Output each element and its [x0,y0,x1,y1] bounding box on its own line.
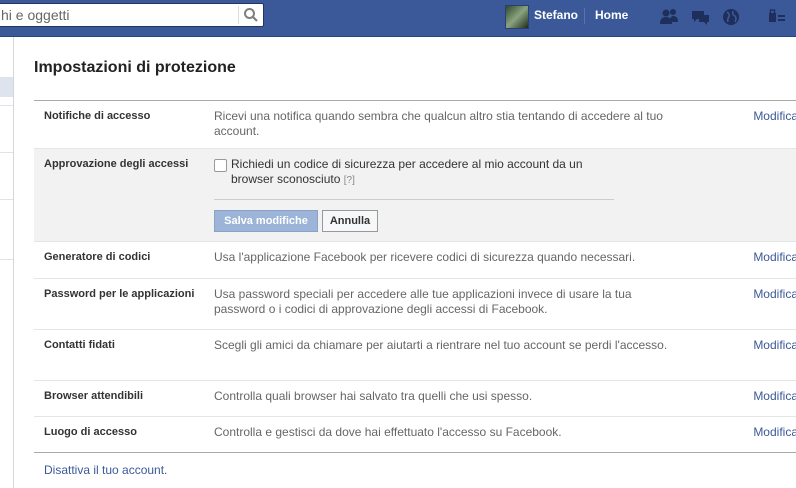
left-sidebar [0,37,14,488]
edit-link[interactable]: Modifica [753,338,796,352]
row-label: Browser attendibili [44,390,144,402]
friend-requests-icon[interactable] [658,6,680,28]
row-description: Usa l'applicazione Facebook per ricevere… [214,250,636,264]
settings-row-login-notifications: Notifiche di accesso Ricevi una notifica… [34,101,796,149]
row-description: Controlla e gestisci da dove hai effettu… [214,425,562,439]
settings-row-trusted-contacts: Contatti fidati Scegli gli amici da chia… [34,330,796,381]
notifications-globe-icon[interactable] [720,6,742,28]
row-description: Usa password speciali per accedere alle … [214,287,632,316]
row-label: Password per le applicazioni [44,288,195,300]
cancel-button[interactable]: Annulla [322,210,378,232]
sidebar-divider [0,152,13,153]
profile-link[interactable]: Stefano [534,8,578,22]
sidebar-divider [0,259,13,260]
avatar[interactable] [505,5,529,29]
edit-link[interactable]: Modifica [753,287,796,301]
home-link[interactable]: Home [595,8,628,22]
search-box[interactable]: hi e oggetti [0,3,264,27]
page-title: Impostazioni di protezione [34,59,236,76]
search-divider [238,6,239,24]
edit-link[interactable]: Modifica [753,250,796,264]
sidebar-divider [0,199,13,200]
search-icon[interactable] [243,7,259,23]
row-label: Notifiche di accesso [44,110,151,122]
edit-link[interactable]: Modifica [753,109,796,123]
settings-panel: Impostazioni di protezione Notifiche di … [14,37,796,488]
top-bar: hi e oggetti Stefano Home [0,0,796,37]
sidebar-item-selected[interactable] [0,77,13,97]
nav-divider [584,8,585,24]
settings-row-trusted-browsers: Browser attendibili Controlla quali brow… [34,381,796,417]
row-label: Generatore di codici [44,251,151,263]
row-label: Luogo di accesso [44,426,137,438]
account-menu-icon[interactable] [766,6,788,28]
row-label: Contatti fidati [44,339,115,351]
settings-row-login-approvals: Approvazione degli accessi Richiedi un c… [34,149,796,242]
settings-row-code-generator: Generatore di codici Usa l'applicazione … [34,242,796,279]
help-link[interactable]: [?] [344,175,355,186]
row-label: Approvazione degli accessi [44,158,189,170]
messages-icon[interactable] [689,6,711,28]
checkbox-label[interactable]: Richiedi un codice di sicurezza per acce… [231,157,611,188]
settings-row-app-passwords: Password per le applicazioni Usa passwor… [34,279,796,330]
save-changes-button[interactable]: Salva modifiche [214,210,318,232]
row-description: Ricevi una notifica quando sembra che qu… [214,109,663,138]
security-code-checkbox[interactable] [214,159,227,172]
deactivate-account-link[interactable]: Disattiva il tuo account. [44,463,167,477]
edit-link[interactable]: Modifica [753,389,796,403]
row-description: Controlla quali browser hai salvato tra … [214,389,533,403]
search-input[interactable]: hi e oggetti [1,7,70,23]
settings-row-where-logged-in: Luogo di accesso Controlla e gestisci da… [34,417,796,453]
form-divider [214,199,614,200]
sidebar-divider [0,105,13,106]
edit-link[interactable]: Modifica [753,425,796,439]
row-description: Scegli gli amici da chiamare per aiutart… [214,338,668,352]
